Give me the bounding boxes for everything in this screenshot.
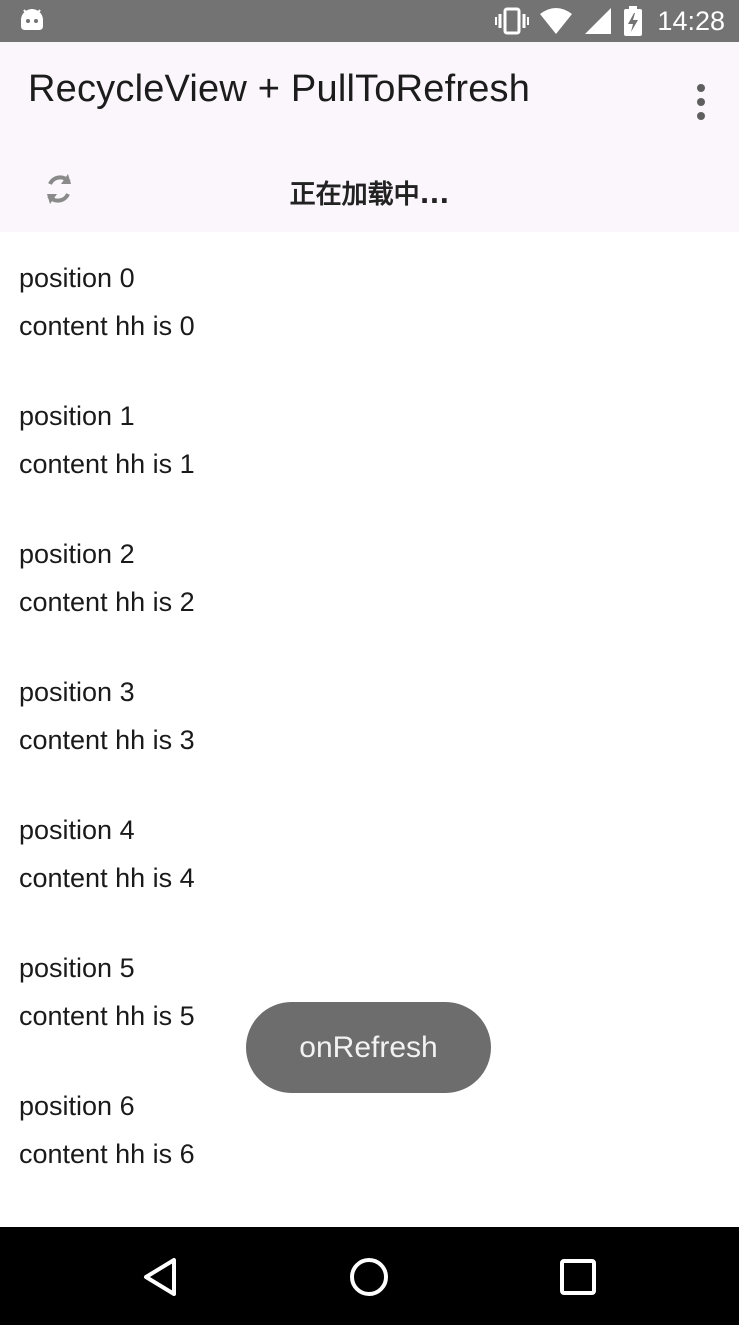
list-item-title: position 0 [19, 263, 135, 293]
list-item[interactable]: position 4 content hh is 4 [19, 806, 519, 902]
list-item[interactable]: position 0 content hh is 0 [19, 254, 519, 350]
home-icon[interactable] [348, 1256, 390, 1298]
list-item[interactable]: position 3 content hh is 3 [19, 668, 519, 764]
list-item-title: position 3 [19, 677, 135, 707]
refresh-status-text: 正在加载中... [289, 180, 450, 210]
list-item-content: content hh is 2 [19, 587, 195, 617]
vibrate-icon [495, 7, 530, 35]
android-icon [18, 6, 46, 32]
list-item-title: position 4 [19, 815, 135, 845]
status-icons: 14:28 [495, 0, 725, 42]
toast: onRefresh [246, 1002, 491, 1093]
list-item-content: content hh is 6 [19, 1139, 195, 1169]
screen: 14:28 RecycleView + PullToRefresh 正在加载中.… [0, 0, 739, 1325]
app-bar: RecycleView + PullToRefresh [0, 42, 739, 146]
wifi-icon [539, 7, 573, 35]
refresh-header: 正在加载中... [0, 146, 739, 232]
app-title: RecycleView + PullToRefresh [28, 68, 531, 110]
list-item-title: position 2 [19, 539, 135, 569]
list-item[interactable]: position 1 content hh is 1 [19, 392, 519, 488]
list-item-title: position 5 [19, 953, 135, 983]
list-item[interactable]: position 2 content hh is 2 [19, 530, 519, 626]
status-bar: 14:28 [0, 0, 739, 42]
list-item[interactable]: position 6 content hh is 6 [19, 1082, 519, 1178]
list-item-content: content hh is 1 [19, 449, 195, 479]
navigation-bar [0, 1227, 739, 1325]
list-item-content: content hh is 0 [19, 311, 195, 341]
signal-icon [583, 7, 613, 35]
toast-text: onRefresh [299, 1030, 438, 1064]
list-item-content: content hh is 4 [19, 863, 195, 893]
recents-icon[interactable] [557, 1256, 599, 1298]
list-item-content: content hh is 3 [19, 725, 195, 755]
more-vert-icon[interactable] [689, 82, 713, 122]
back-icon[interactable] [140, 1256, 182, 1298]
list-item-title: position 1 [19, 401, 135, 431]
battery-charging-icon [623, 6, 643, 36]
status-time: 14:28 [657, 5, 725, 36]
